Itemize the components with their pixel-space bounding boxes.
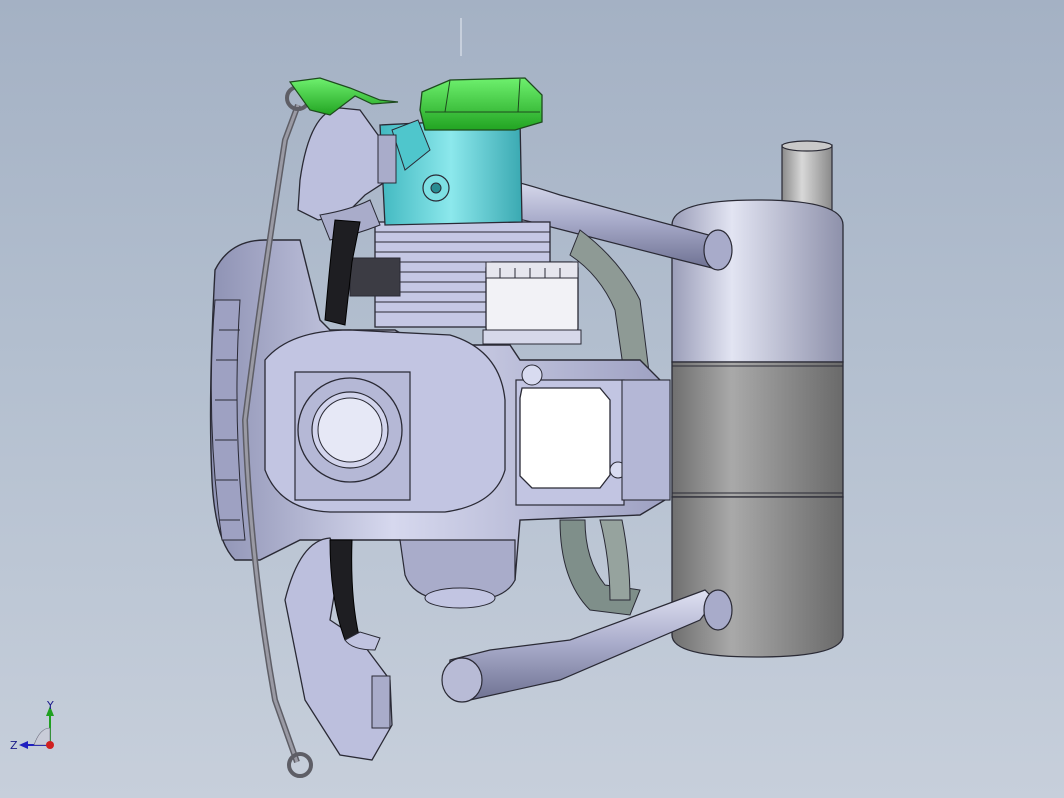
cylinder-shadow <box>349 257 401 297</box>
muffler-outlet-pipe <box>781 144 833 211</box>
z-axis-label: Z <box>10 739 18 752</box>
muffler-band <box>671 361 844 498</box>
muffler-upper-shell <box>671 199 844 363</box>
lower-exhaust-pipe <box>448 589 716 701</box>
muffler[interactable] <box>671 140 844 658</box>
valve-cover[interactable] <box>419 77 543 131</box>
engine-3d-model[interactable]: Y Z <box>0 0 1064 798</box>
cylinder-head[interactable] <box>379 117 523 226</box>
muffler-lower-shell <box>671 496 844 658</box>
graphics-viewport[interactable]: Y Z <box>0 0 1064 798</box>
pump-housing[interactable] <box>515 364 671 506</box>
y-axis-label: Y <box>46 699 54 712</box>
oil-filter[interactable] <box>482 261 582 345</box>
orientation-triad: Y Z <box>10 699 54 752</box>
x-axis-dot <box>46 741 54 749</box>
